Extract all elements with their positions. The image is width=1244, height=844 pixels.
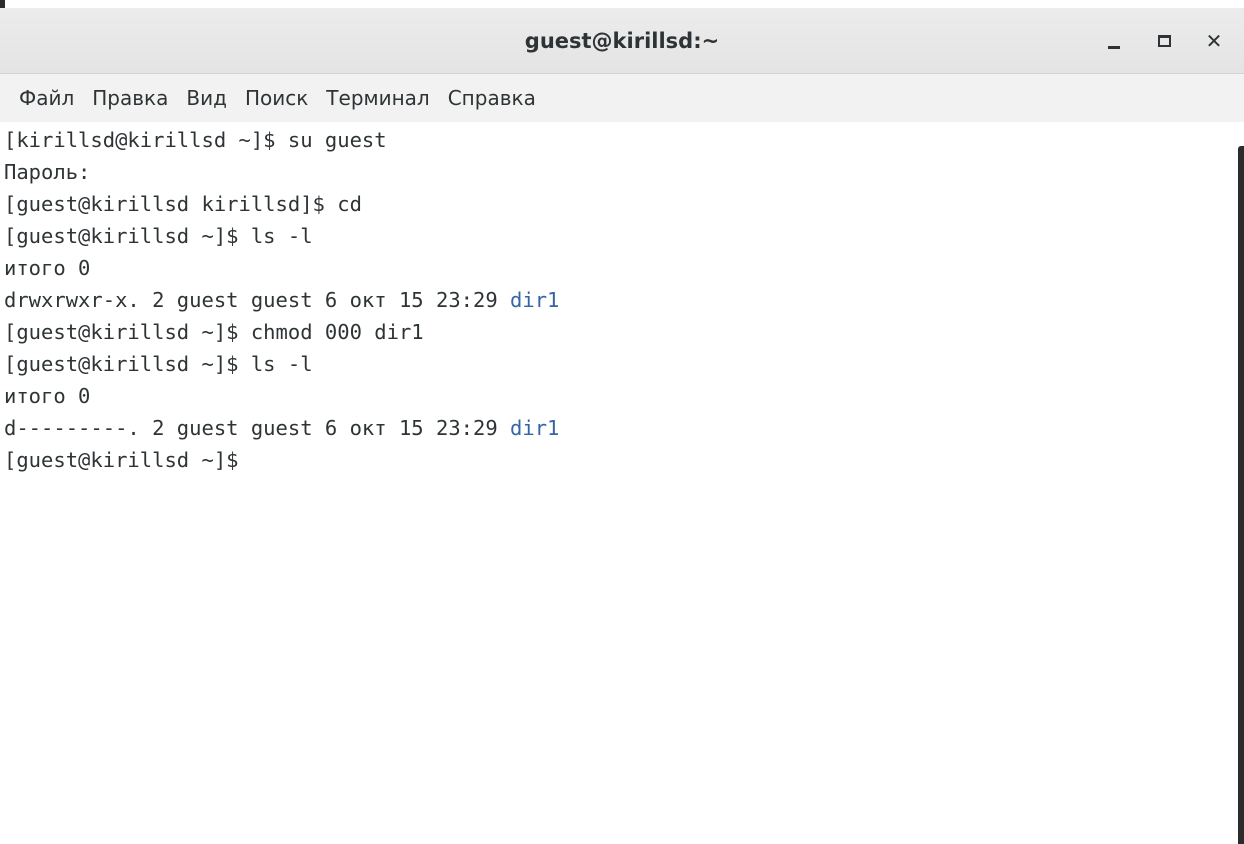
- maximize-icon: [1157, 35, 1171, 47]
- menu-edit[interactable]: Правка: [83, 74, 177, 122]
- terminal-text: [kirillsd@kirillsd ~]$ su guest: [4, 128, 387, 152]
- terminal-line: итого 0: [4, 252, 1230, 284]
- terminal-text: [guest@kirillsd ~]$: [4, 448, 251, 472]
- terminal-line: Пароль:: [4, 156, 1230, 188]
- terminal-text: [guest@kirillsd kirillsd]$ cd: [4, 192, 362, 216]
- directory-name: dir1: [510, 288, 560, 312]
- terminal-line: [guest@kirillsd ~]$ chmod 000 dir1: [4, 316, 1230, 348]
- terminal-text: d---------. 2 guest guest 6 окт 15 23:29: [4, 416, 511, 440]
- menu-bar: Файл Правка Вид Поиск Терминал Справка: [0, 74, 1244, 122]
- terminal-window: guest@kirillsd:~ ✕ Файл Правка Вид Поиск…: [0, 0, 1244, 844]
- terminal-text: [guest@kirillsd ~]$ ls -l: [4, 224, 313, 248]
- close-button[interactable]: ✕: [1194, 8, 1234, 74]
- window-title: guest@kirillsd:~: [524, 29, 720, 53]
- title-bar[interactable]: guest@kirillsd:~ ✕: [0, 8, 1244, 74]
- terminal-line: [guest@kirillsd ~]$ ls -l: [4, 348, 1230, 380]
- terminal-line: [kirillsd@kirillsd ~]$ su guest: [4, 124, 1230, 156]
- menu-help[interactable]: Справка: [439, 74, 545, 122]
- terminal-line: d---------. 2 guest guest 6 окт 15 23:29…: [4, 412, 1230, 444]
- terminal-line: [guest@kirillsd ~]$: [4, 444, 1230, 476]
- maximize-button[interactable]: [1144, 8, 1184, 74]
- menu-search[interactable]: Поиск: [236, 74, 317, 122]
- terminal-output[interactable]: [kirillsd@kirillsd ~]$ su guest Пароль: [g…: [0, 122, 1230, 844]
- scrollbar[interactable]: [1238, 146, 1244, 844]
- terminal-text: Пароль:: [4, 160, 91, 184]
- terminal-line: [guest@kirillsd ~]$ ls -l: [4, 220, 1230, 252]
- menu-view[interactable]: Вид: [177, 74, 236, 122]
- menu-file[interactable]: Файл: [10, 74, 83, 122]
- terminal-text: [guest@kirillsd ~]$ ls -l: [4, 352, 313, 376]
- terminal-line: [guest@kirillsd kirillsd]$ cd: [4, 188, 1230, 220]
- terminal-text: итого 0: [4, 384, 91, 408]
- minimize-button[interactable]: [1094, 8, 1134, 74]
- menu-terminal[interactable]: Терминал: [317, 74, 438, 122]
- window-corner-mark: [0, 0, 5, 8]
- close-icon: ✕: [1205, 29, 1223, 53]
- terminal-text: [guest@kirillsd ~]$ chmod 000 dir1: [4, 320, 424, 344]
- terminal-line: drwxrwxr-x. 2 guest guest 6 окт 15 23:29…: [4, 284, 1230, 316]
- terminal-text: итого 0: [4, 256, 91, 280]
- terminal-text: drwxrwxr-x. 2 guest guest 6 окт 15 23:29: [4, 288, 511, 312]
- terminal-line: итого 0: [4, 380, 1230, 412]
- minimize-icon: [1108, 45, 1120, 49]
- directory-name: dir1: [510, 416, 560, 440]
